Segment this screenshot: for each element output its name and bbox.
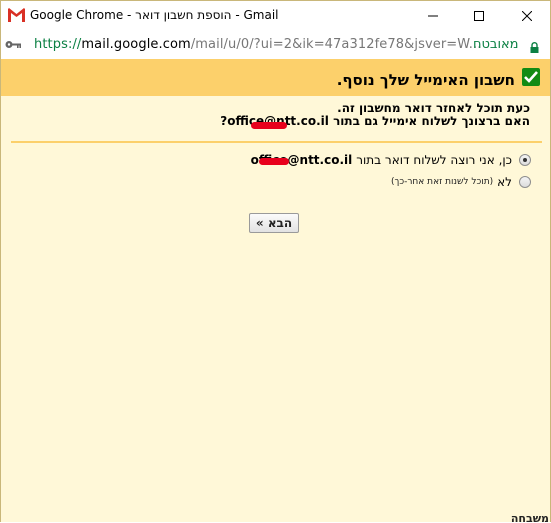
lock-icon[interactable] bbox=[530, 42, 539, 53]
background-text-fragment: משבחה bbox=[510, 512, 549, 523]
maximize-button[interactable] bbox=[456, 1, 502, 31]
intro-question: האם ברצונך לשלוח אימייל גם בתור bbox=[333, 114, 530, 128]
redaction-mark bbox=[259, 158, 289, 165]
gmail-logo-icon bbox=[8, 8, 25, 22]
close-icon bbox=[522, 11, 532, 21]
divider bbox=[11, 141, 542, 143]
option-no[interactable]: לא (תוכל לשנות זאת אחר-כך) bbox=[391, 175, 531, 189]
url-host: mail.google.com bbox=[81, 37, 191, 52]
dialog-header: חשבון האימייל שלך נוסף. bbox=[1, 59, 550, 96]
redaction-mark bbox=[251, 122, 287, 129]
chrome-popup-window: Google Chrome - הוספת חשבון דואר - Gmail bbox=[0, 0, 551, 523]
url-text[interactable]: https://mail.google.com/mail/u/0/?ui=2&i… bbox=[34, 37, 481, 52]
url-path: /mail/u/0/?ui=2&ik=47a312fe78&jsver=W... bbox=[190, 37, 482, 52]
option-yes-label: כן, אני רוצה לשלוח דואר בתור bbox=[356, 153, 512, 167]
key-icon[interactable] bbox=[5, 40, 21, 49]
dialog-title: חשבון האימייל שלך נוסף. bbox=[336, 71, 515, 89]
next-button[interactable]: הבא » bbox=[249, 213, 299, 233]
radio-no[interactable] bbox=[519, 176, 531, 188]
address-bar[interactable]: https://mail.google.com/mail/u/0/?ui=2&i… bbox=[1, 32, 550, 59]
option-no-label: לא bbox=[497, 175, 512, 189]
window-title: Google Chrome - הוספת חשבון דואר - Gmail bbox=[30, 8, 279, 22]
secure-label[interactable]: מאובטח bbox=[473, 37, 519, 52]
title-bar[interactable]: Google Chrome - הוספת חשבון דואר - Gmail bbox=[1, 1, 550, 32]
check-icon bbox=[522, 68, 540, 86]
radio-yes[interactable] bbox=[519, 154, 531, 166]
maximize-icon bbox=[474, 11, 484, 21]
minimize-button[interactable] bbox=[410, 1, 456, 31]
option-no-note: (תוכל לשנות זאת אחר-כך) bbox=[390, 177, 494, 187]
option-yes[interactable]: כן, אני רוצה לשלוח דואר בתור office@ntt.… bbox=[251, 153, 531, 167]
minimize-icon bbox=[428, 15, 438, 17]
dialog-content: חשבון האימייל שלך נוסף. כעת תוכל לאחזר ד… bbox=[1, 59, 550, 522]
url-scheme: https:// bbox=[34, 37, 82, 52]
close-button[interactable] bbox=[504, 1, 550, 31]
